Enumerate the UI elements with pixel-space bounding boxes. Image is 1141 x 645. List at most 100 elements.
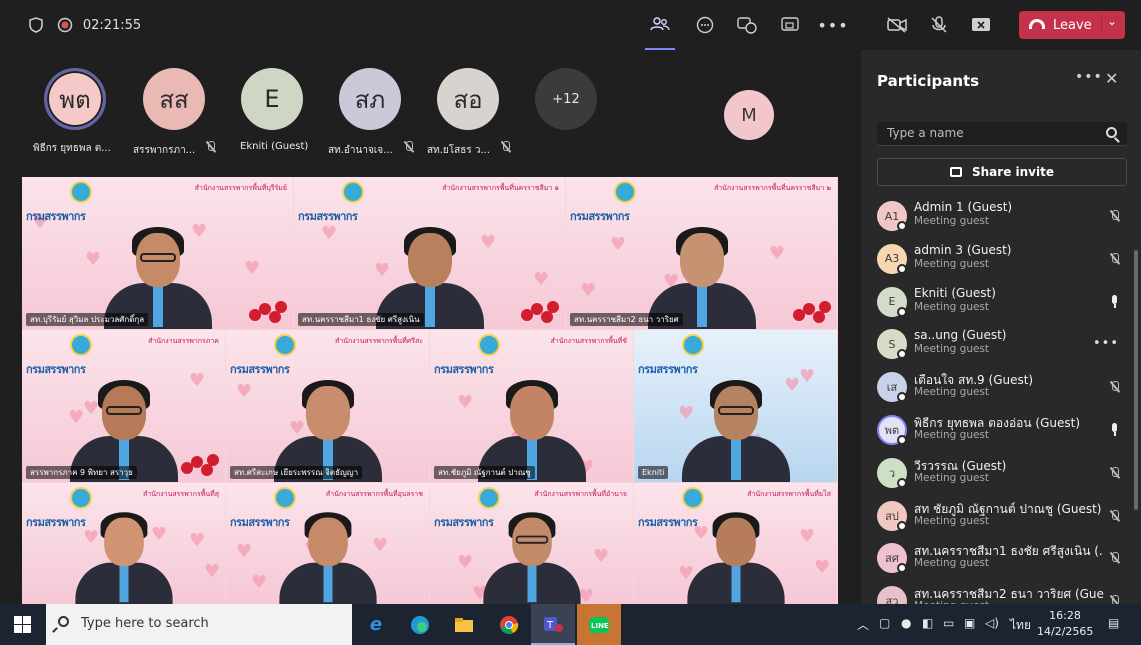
roses-decoration [249,299,289,327]
more-options-icon[interactable]: ••• [1093,332,1119,351]
overflow-participants-button[interactable]: +12 [535,68,597,130]
participant-name: sa..ung (Guest) [914,328,1007,343]
chevron-up-icon[interactable]: ︿ [857,616,869,633]
participant-name-tag: สท.นครราชสีมา2 ธนา วาริยศ [570,313,683,326]
panel-scrollbar[interactable] [1134,250,1138,510]
notification-icon[interactable]: ▤ [1108,616,1119,630]
participant-video [274,505,382,604]
teams-icon[interactable]: T [531,604,575,645]
camera-off-icon[interactable] [882,0,912,50]
mic-off-icon[interactable] [924,0,954,50]
mic-off-icon[interactable] [1110,250,1119,269]
mic-on-icon[interactable] [1110,421,1119,440]
mic-off-icon[interactable] [1110,549,1119,568]
participant-row[interactable]: A3 admin 3 (Guest) Meeting guest [877,239,1135,281]
heart-decoration: ♥ [769,243,786,264]
participants-panel: Participants ••• ✕ Share invite A1Admin … [861,50,1141,605]
heart-decoration: ♥ [189,370,206,391]
tile-header: สำนักงานสรรพากรภาค [148,337,219,345]
strip-avatar[interactable]: E [241,68,303,130]
participant-row[interactable]: สศ สท.นครราชสีมา1 ธงชัย ศรีสูงเนิน (... Me… [877,538,1135,580]
participant-role: Meeting guest [914,215,990,227]
participant-video [682,505,790,604]
share-invite-label: Share invite [972,165,1054,179]
chat-icon[interactable] [690,0,720,50]
strip-avatar[interactable]: สอ [437,68,499,130]
mic-off-icon[interactable] [1110,207,1119,226]
participant-name-tag: สท.ศรีสะเกษ เยียระพรรณ จิตธัญญา [230,466,363,479]
search-icon [58,616,69,627]
leave-button[interactable]: Leave ⌄ [1019,11,1125,39]
participant-row[interactable]: สวสท.นครราชสีมา2 ธนา วาริยศ (Gue...Meeti… [877,581,1135,605]
presence-dot [897,392,907,403]
participant-role: Meeting guest [914,257,990,270]
mic-off-icon[interactable] [1110,378,1119,397]
ie-icon[interactable]: e [354,604,398,645]
meeting-toolbar: 02:21:55 ••• Leave ⌄ [0,0,1141,50]
strip-name: Ekniti (Guest) [240,141,309,152]
mic-off-icon[interactable] [1110,464,1119,483]
participant-row[interactable]: พต พิธีกร ยุทธพล ตองอ่อน (Guest) Meeting g… [877,410,1135,452]
video-tile: ♥♥♥♥♥กรมสรรพากรสำนักงานสรรพากรพื้นที่นคร… [294,177,565,329]
video-tile: ♥♥♥♥♥กรมสรรพากรสำนักงานสรรพากรพื้นที่บุร… [22,177,293,329]
mic-on-icon[interactable] [1110,293,1119,312]
heart-decoration: ♥ [251,572,268,593]
strip-avatar[interactable]: สส [143,68,205,130]
side-avatar[interactable]: M [724,90,774,140]
file-explorer-icon[interactable] [442,604,486,645]
share-screen-icon[interactable] [775,0,805,50]
video-tile: ♥♥♥♥♥กรมสรรพากรสำนักงานสรรพากรพื้นที่ยโส [634,483,837,604]
tray-icon[interactable]: ▢ [879,616,890,630]
mic-off-icon[interactable] [1110,507,1119,526]
heart-decoration: ♥ [244,258,261,279]
hangup-icon [1029,19,1045,29]
language-indicator[interactable]: ไทย [1010,616,1031,635]
participant-video [478,505,586,604]
volume-icon[interactable]: ◁) [985,616,999,630]
search-input[interactable] [887,126,1087,140]
presence-dot [897,221,907,231]
tray-icon[interactable]: ◧ [922,616,933,630]
strip-avatar[interactable]: พต [44,68,106,130]
strip-avatar[interactable]: สภ [339,68,401,130]
reactions-icon[interactable] [732,0,762,50]
chevron-down-icon[interactable]: ⌄ [1107,14,1117,28]
video-tile: ♥♥♥♥♥กรมสรรพากรEkniti [634,330,837,482]
participant-row[interactable]: เส เตือนใจ สท.9 (Guest) Meeting guest [877,367,1135,409]
stop-share-icon[interactable] [966,0,996,50]
strip-name: สท.อำนาจเจ... [328,141,413,158]
recording-icon [55,0,75,50]
avatar-initials: สภ [354,85,386,114]
taskbar-search[interactable]: Type here to search [46,604,352,645]
participant-role: Meeting guest [914,557,990,570]
edge-icon[interactable] [398,604,442,645]
participant-name-tag: สรรพากรภาค 9 พิทยา สราวุธ [26,466,137,479]
participant-row[interactable]: สป สท ชัยภูมิ ณัฐกานต์ ปาณชู (Guest) Meeti… [877,496,1135,538]
participant-row[interactable]: Ssa..ung (Guest) Meeting guest ••• [877,324,1135,366]
participant-row[interactable]: E Ekniti (Guest) Meeting guest [877,282,1135,324]
video-tile: ♥♥♥♥♥กรมสรรพากรสำนักงานสรรพากรภาคสรรพากร… [22,330,225,482]
more-options-icon[interactable]: ••• [1075,69,1103,85]
participants-icon[interactable] [645,0,675,50]
more-actions-icon[interactable]: ••• [817,0,848,50]
heart-decoration: ♥ [236,381,253,402]
close-icon[interactable]: ✕ [1105,69,1118,88]
network-icon[interactable]: ▣ [964,616,975,630]
chrome-icon[interactable] [487,604,531,645]
tile-header: สำนักงานสรรพากรพื้นที่ยโส [747,490,831,498]
rd-logo [682,334,704,356]
presence-dot [897,306,907,317]
participant-name-tag: สท.นครราชสีมา1 ธงชัย ศรีสูงเนิน [298,313,424,326]
line-icon[interactable]: LINE [577,604,621,645]
tray-mic-icon[interactable]: ● [901,616,911,630]
share-invite-button[interactable]: Share invite [877,158,1127,186]
taskbar-clock[interactable]: 16:28 14/2/2565 [1037,608,1093,640]
participant-row[interactable]: A1 Admin 1 (Guest) Meeting guest [877,196,1135,238]
battery-icon[interactable]: ▭ [943,616,954,630]
taskbar-search-placeholder: Type here to search [81,616,209,631]
tile-header: สำนักงานสรรพากรพื้นที่นครราชสีมา ๑ [442,184,559,192]
strip-name: พิธีกร ยุทธพล ต... [33,143,111,154]
windows-start-icon[interactable] [14,616,32,634]
search-icon[interactable] [1106,127,1117,138]
participant-row[interactable]: ววีรวรรณ (Guest) Meeting guest [877,453,1135,495]
